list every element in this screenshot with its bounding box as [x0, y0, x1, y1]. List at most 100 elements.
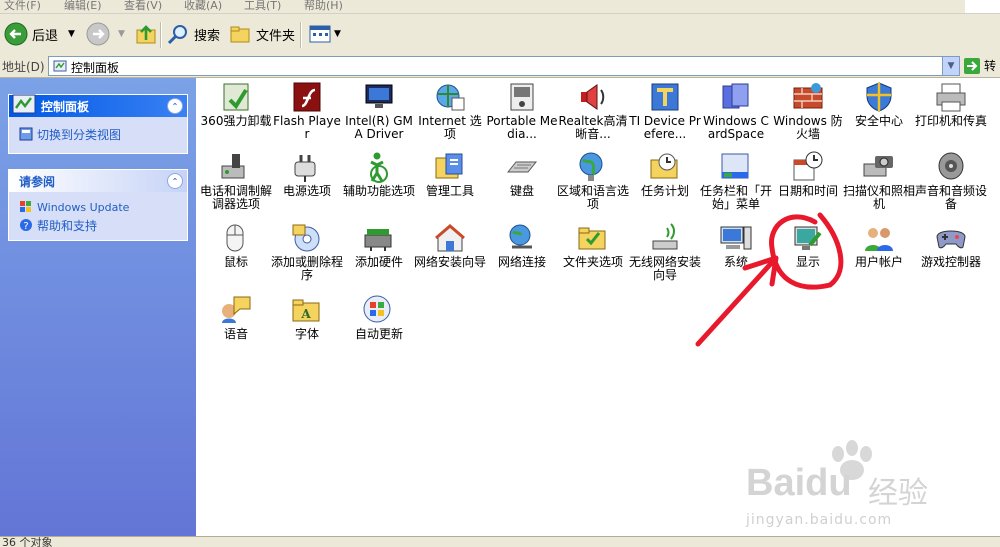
svg-text:A: A	[300, 307, 311, 321]
control-panel-item[interactable]: 添加硬件	[343, 221, 415, 269]
control-panel-item[interactable]: Internet 选项	[414, 80, 486, 141]
see-also-body: Windows Update ? 帮助和支持	[9, 192, 187, 240]
item-label: 自动更新	[354, 327, 403, 341]
control-panel-header[interactable]: 控制面板 ⌃	[9, 94, 187, 117]
help-support-link[interactable]: ? 帮助和支持	[19, 216, 177, 234]
control-panel-item[interactable]: 扫描仪和照相机	[843, 150, 915, 211]
control-panel-item[interactable]: Flash Player	[271, 80, 343, 141]
control-panel-item[interactable]: 添加或删除程序	[271, 221, 343, 282]
control-panel-small-icon	[53, 60, 67, 72]
control-panel-item[interactable]: TI Device Prefere...	[629, 80, 701, 141]
back-button[interactable]: 后退 ▼	[4, 20, 75, 48]
windows-update-icon	[361, 293, 397, 327]
network-house-icon	[432, 221, 468, 255]
menu-help[interactable]: 帮助(H)	[304, 0, 343, 13]
control-panel-item[interactable]: 用户帐户	[843, 221, 915, 269]
control-panel-item[interactable]: 管理工具	[414, 150, 486, 198]
control-panel-item[interactable]: A 字体	[271, 293, 343, 341]
see-also-header[interactable]: 请参阅 ⌃	[9, 170, 187, 192]
control-panel-item[interactable]: 网络安装向导	[414, 221, 486, 269]
control-panel-item[interactable]: 鼠标	[200, 221, 272, 269]
control-panel-item[interactable]: 系统	[700, 221, 772, 269]
system-computer-icon	[718, 221, 754, 255]
task-pane: 控制面板 ⌃ 切换到分类视图 请参阅 ⌃ Windows Update ? 帮助…	[0, 78, 196, 536]
control-panel-item[interactable]: 自动更新	[343, 293, 415, 341]
item-label: Windows 防火墙	[773, 114, 843, 141]
views-button[interactable]: ▼	[308, 20, 341, 48]
control-panel-item[interactable]: 网络连接	[486, 221, 558, 269]
watermark-url: jingyan.baidu.com	[746, 512, 893, 528]
address-label: 地址(D)	[2, 60, 45, 74]
control-panel-item[interactable]: 辅助功能选项	[343, 150, 415, 198]
back-label: 后退	[32, 28, 59, 44]
control-panel-item[interactable]: Realtek高清晰音...	[557, 80, 629, 141]
control-panel-item[interactable]: 键盘	[486, 150, 558, 198]
collapse-chevron-icon[interactable]: ⌃	[167, 98, 183, 114]
control-panel-item[interactable]: 语音	[200, 293, 272, 341]
control-panel-item[interactable]: 任务栏和「开始」菜单	[700, 150, 772, 211]
gamepad-icon	[933, 221, 969, 255]
control-panel-item[interactable]: 360强力卸载	[200, 80, 272, 128]
switch-category-view-link[interactable]: 切换到分类视图	[19, 125, 177, 143]
go-button[interactable]: 转	[964, 57, 996, 74]
search-button[interactable]: 搜索	[166, 20, 220, 48]
item-label: 键盘	[509, 184, 534, 198]
menu-view[interactable]: 查看(V)	[124, 0, 162, 13]
menu-bar: 文件(F) 编辑(E) 查看(V) 收藏(A) 工具(T) 帮助(H)	[0, 0, 1000, 14]
menu-file[interactable]: 文件(F)	[4, 0, 41, 13]
collapse-chevron-icon[interactable]: ⌃	[167, 173, 183, 189]
control-panel-item[interactable]: Windows 防火墙	[772, 80, 844, 141]
globe-icon	[575, 150, 611, 184]
admin-tools-icon	[432, 150, 468, 184]
control-panel-item[interactable]: 区域和语言选项	[557, 150, 629, 211]
address-input[interactable]: 控制面板 ▼	[48, 56, 960, 76]
control-panel-item[interactable]: 显示	[772, 221, 844, 269]
media-device-icon	[504, 80, 540, 114]
folders-button[interactable]: 文件夹	[228, 20, 295, 48]
see-also-box: 请参阅 ⌃ Windows Update ? 帮助和支持	[8, 169, 188, 241]
control-panel-item[interactable]: Windows CardSpace	[700, 80, 772, 141]
menu-tools[interactable]: 工具(T)	[244, 0, 281, 13]
item-label: 文件夹选项	[562, 255, 623, 269]
mouse-icon	[218, 221, 254, 255]
wireless-icon	[647, 221, 683, 255]
toolbar-separator	[300, 22, 302, 48]
item-label: 电话和调制解调器选项	[200, 184, 273, 211]
network-globe-icon	[504, 221, 540, 255]
views-dropdown-icon[interactable]: ▼	[334, 29, 341, 39]
control-panel-item[interactable]: 安全中心	[843, 80, 915, 128]
windows-update-link[interactable]: Windows Update	[19, 198, 177, 216]
views-grid-icon	[309, 25, 331, 43]
item-label: 显示	[795, 255, 820, 269]
control-panel-item[interactable]: 游戏控制器	[915, 221, 987, 269]
address-dropdown-icon[interactable]: ▼	[942, 57, 959, 75]
item-label: 网络安装向导	[414, 255, 487, 269]
control-panel-item[interactable]: 电话和调制解调器选项	[200, 150, 272, 211]
help-icon: ?	[20, 219, 32, 232]
control-panel-item[interactable]: 无线网络安装向导	[629, 221, 701, 282]
control-panel-item[interactable]: 声音和音频设备	[915, 150, 987, 211]
control-panel-item[interactable]: 任务计划	[629, 150, 701, 198]
control-panel-item[interactable]: 打印机和传真	[915, 80, 987, 128]
address-bar: 地址(D) 控制面板 ▼ 转	[0, 55, 1000, 78]
control-panel-item[interactable]: 日期和时间	[772, 150, 844, 198]
printer-icon	[933, 80, 969, 114]
item-label: 辅助功能选项	[343, 184, 416, 198]
folder-options-icon	[575, 221, 611, 255]
control-panel-item[interactable]: Intel(R) GMA Driver	[343, 80, 415, 141]
up-button[interactable]	[134, 20, 158, 48]
go-arrow-icon	[964, 57, 980, 74]
menu-edit[interactable]: 编辑(E)	[64, 0, 102, 13]
svg-text:?: ?	[23, 221, 28, 232]
folders-icon	[230, 26, 250, 43]
task-folder-icon	[647, 150, 683, 184]
control-panel-item[interactable]: Portable Media...	[486, 80, 558, 141]
control-panel-item[interactable]: 文件夹选项	[557, 221, 629, 269]
control-panel-item[interactable]: 电源选项	[271, 150, 343, 198]
power-plug-icon	[289, 150, 325, 184]
forward-button[interactable]: ▼	[86, 20, 125, 48]
back-dropdown-icon[interactable]: ▼	[68, 29, 75, 39]
search-icon	[167, 25, 187, 45]
forward-dropdown-icon[interactable]: ▼	[118, 29, 125, 39]
menu-favorites[interactable]: 收藏(A)	[184, 0, 222, 13]
